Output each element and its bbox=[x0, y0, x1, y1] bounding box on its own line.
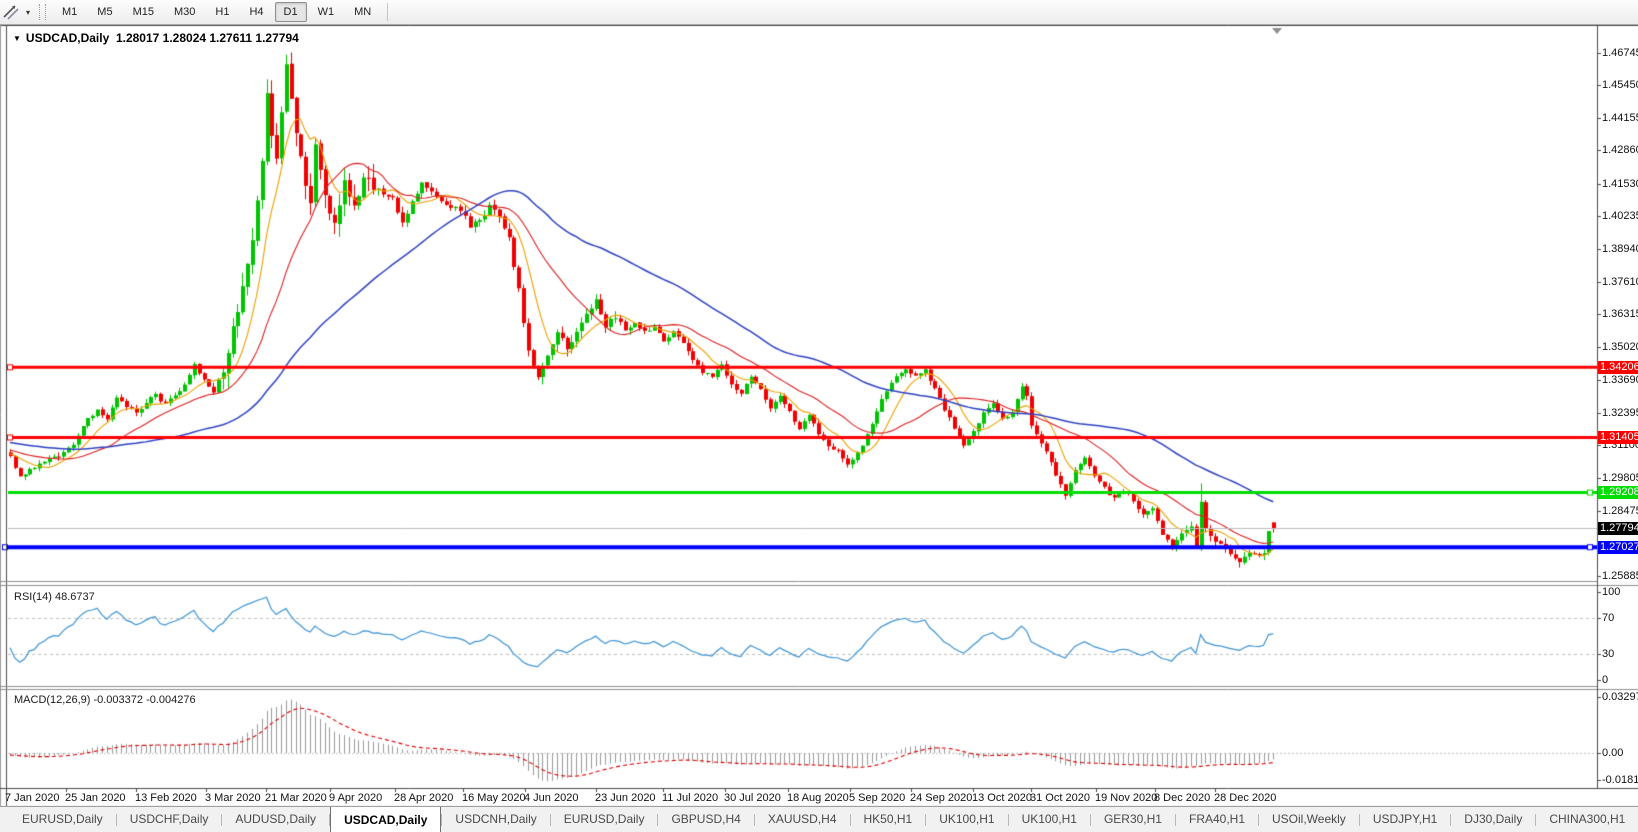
price-tag-label: 1.27027 bbox=[1598, 540, 1638, 554]
date-axis-label: 3 Mar 2020 bbox=[205, 792, 261, 804]
price-axis-label: 1.40235 bbox=[1602, 210, 1638, 223]
date-axis-label: 19 Nov 2020 bbox=[1095, 792, 1158, 804]
timeframe-button-mn[interactable]: MN bbox=[345, 2, 380, 22]
price-axis-label: 1.45450 bbox=[1602, 79, 1638, 92]
macd-axis-label: 0.00 bbox=[1602, 747, 1624, 759]
price-axis-label: 1.41530 bbox=[1602, 177, 1638, 190]
price-tag-label: 1.27794 bbox=[1598, 521, 1638, 535]
rsi-axis-label: 30 bbox=[1602, 647, 1615, 660]
price-axis-label: 1.33690 bbox=[1602, 374, 1638, 387]
date-axis-label: 25 Jan 2020 bbox=[65, 792, 126, 804]
chart-tab-audusd-daily[interactable]: AUDUSD,Daily bbox=[222, 807, 329, 832]
price-axis-label: 1.25885 bbox=[1602, 569, 1638, 582]
price-axis-label: 1.29805 bbox=[1602, 471, 1638, 484]
chart-tab-fra40-h1[interactable]: FRA40,H1 bbox=[1176, 807, 1258, 832]
chart-tab-uk100-h1[interactable]: UK100,H1 bbox=[1009, 807, 1090, 832]
chart-tab-usdchf-daily[interactable]: USDCHF,Daily bbox=[117, 807, 222, 832]
symbol-period-label: USDCAD,Daily bbox=[25, 31, 110, 45]
timeframe-button-m1[interactable]: M1 bbox=[53, 2, 86, 22]
macd-axis-label: -0.018154 bbox=[1602, 774, 1638, 786]
timeframe-button-w1[interactable]: W1 bbox=[309, 2, 344, 22]
price-axis-label: 1.38940 bbox=[1602, 242, 1638, 255]
price-chart-canvas[interactable] bbox=[0, 0, 1638, 832]
date-axis-label: 21 Mar 2020 bbox=[265, 792, 327, 804]
rsi-axis-label: 70 bbox=[1602, 612, 1615, 625]
chart-tab-eurusd-daily[interactable]: EURUSD,Daily bbox=[9, 807, 116, 832]
timeframe-button-group: M1 M5 M15 M30 H1 H4 D1 W1 MN bbox=[52, 2, 381, 22]
toolbar-grip bbox=[39, 4, 46, 20]
price-tag-label: 1.34206 bbox=[1598, 360, 1638, 374]
ohlc-values: 1.28017 1.28024 1.27611 1.27794 bbox=[115, 31, 299, 45]
date-axis-label: 7 Jan 2020 bbox=[5, 792, 60, 804]
date-axis-label: 4 Jun 2020 bbox=[524, 792, 579, 804]
date-axis-label: 28 Apr 2020 bbox=[394, 792, 454, 804]
price-axis-label: 1.42860 bbox=[1602, 144, 1638, 157]
date-axis-label: 18 Aug 2020 bbox=[787, 792, 849, 804]
date-axis-label: 31 Oct 2020 bbox=[1030, 792, 1090, 804]
chart-tab-dj30-daily[interactable]: DJ30,Daily bbox=[1451, 807, 1535, 832]
date-axis-label: 16 May 2020 bbox=[462, 792, 526, 804]
price-axis-label: 1.46745 bbox=[1602, 47, 1638, 60]
chart-tab-gbpusd-h4[interactable]: GBPUSD,H4 bbox=[658, 807, 753, 832]
chart-tab-hk50-h1[interactable]: HK50,H1 bbox=[851, 807, 926, 832]
price-axis-label: 1.32395 bbox=[1602, 406, 1638, 419]
chart-tab-uk100-h1[interactable]: UK100,H1 bbox=[926, 807, 1007, 832]
tabs-holder: EURUSD,Daily USDCHF,Daily AUDUSD,Daily USDC… bbox=[9, 807, 1638, 832]
chart-tab-usoil-weekly[interactable]: USOil,Weekly bbox=[1259, 807, 1359, 832]
line-studies-icon[interactable] bbox=[1, 3, 21, 21]
timeframe-button-h4[interactable]: H4 bbox=[240, 2, 272, 22]
chart-tab-bar: EURUSD,Daily USDCHF,Daily AUDUSD,Daily USDC… bbox=[0, 806, 1638, 832]
chart-title: ▼ USDCAD,Daily 1.28017 1.28024 1.27611 1.… bbox=[13, 31, 299, 45]
rsi-axis-label: 0 bbox=[1602, 674, 1609, 686]
date-axis-label: 8 Dec 2020 bbox=[1154, 792, 1211, 804]
timeframe-button-m30[interactable]: M30 bbox=[165, 2, 204, 22]
macd-indicator-label: MACD(12,26,9) -0.003372 -0.004276 bbox=[14, 694, 196, 706]
date-axis-label: 11 Jul 2020 bbox=[662, 792, 719, 804]
date-axis-label: 13 Feb 2020 bbox=[135, 792, 197, 804]
chevron-down-icon[interactable]: ▾ bbox=[21, 8, 35, 17]
toolbar-separator bbox=[387, 3, 389, 21]
date-axis-label: 9 Apr 2020 bbox=[329, 792, 383, 804]
date-axis-label: 13 Oct 2020 bbox=[972, 792, 1032, 804]
date-axis-label: 24 Sep 2020 bbox=[910, 792, 973, 804]
date-axis-label: 30 Jul 2020 bbox=[724, 792, 781, 804]
price-axis-label: 1.28475 bbox=[1602, 504, 1638, 517]
macd-axis-label: 0.032972 bbox=[1602, 691, 1638, 703]
price-tag-label: 1.29208 bbox=[1598, 486, 1638, 500]
top-toolbar: ▾ M1 M5 M15 M30 H1 H4 D1 W1 MN bbox=[0, 0, 1638, 25]
chart-tab-eurusd-daily[interactable]: EURUSD,Daily bbox=[551, 807, 658, 832]
rsi-axis-label: 100 bbox=[1602, 586, 1621, 598]
price-axis-label: 1.44155 bbox=[1602, 111, 1638, 124]
timeframe-button-m5[interactable]: M5 bbox=[88, 2, 121, 22]
timeframe-button-d1[interactable]: D1 bbox=[274, 2, 307, 22]
price-axis-label: 1.36315 bbox=[1602, 308, 1638, 321]
chart-tab-china300-h1[interactable]: CHINA300,H1 bbox=[1536, 807, 1638, 832]
collapse-triangle-icon[interactable]: ▼ bbox=[13, 34, 21, 43]
price-axis-label: 1.35020 bbox=[1602, 340, 1638, 353]
date-axis-label: 5 Sep 2020 bbox=[849, 792, 906, 804]
chart-tab-usdcad-daily[interactable]: USDCAD,Daily bbox=[330, 807, 442, 832]
price-tag-label: 1.31405 bbox=[1598, 430, 1638, 444]
chart-tab-usdjpy-h1[interactable]: USDJPY,H1 bbox=[1360, 807, 1450, 832]
chart-tab-usdcnh-daily[interactable]: USDCNH,Daily bbox=[442, 807, 549, 832]
timeframe-button-h1[interactable]: H1 bbox=[206, 2, 238, 22]
price-axis-label: 1.37610 bbox=[1602, 275, 1638, 288]
chart-tab-xauusd-h4[interactable]: XAUUSD,H4 bbox=[755, 807, 850, 832]
date-axis-label: 28 Dec 2020 bbox=[1214, 792, 1277, 804]
rsi-indicator-label: RSI(14) 48.6737 bbox=[14, 591, 95, 603]
chart-tab-ger30-h1[interactable]: GER30,H1 bbox=[1091, 807, 1175, 832]
date-axis-label: 23 Jun 2020 bbox=[595, 792, 656, 804]
timeframe-button-m15[interactable]: M15 bbox=[124, 2, 163, 22]
